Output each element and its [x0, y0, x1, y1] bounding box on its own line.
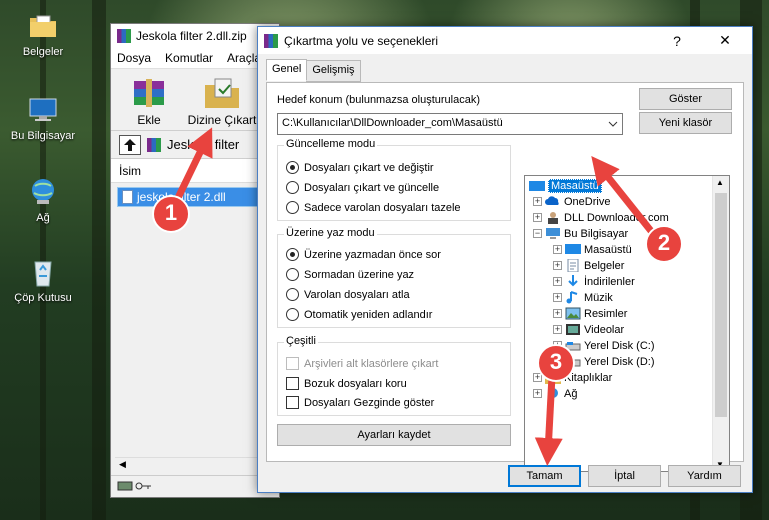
tutorial-callouts: [152, 127, 683, 466]
callout-number-3: 3: [549, 349, 563, 374]
callout-arrow-2: [591, 156, 658, 239]
callout-number-2: 2: [657, 230, 671, 255]
callout-arrow-1: [172, 127, 213, 204]
callout-number-1: 1: [164, 200, 178, 225]
callout-arrow-3: [534, 375, 563, 466]
